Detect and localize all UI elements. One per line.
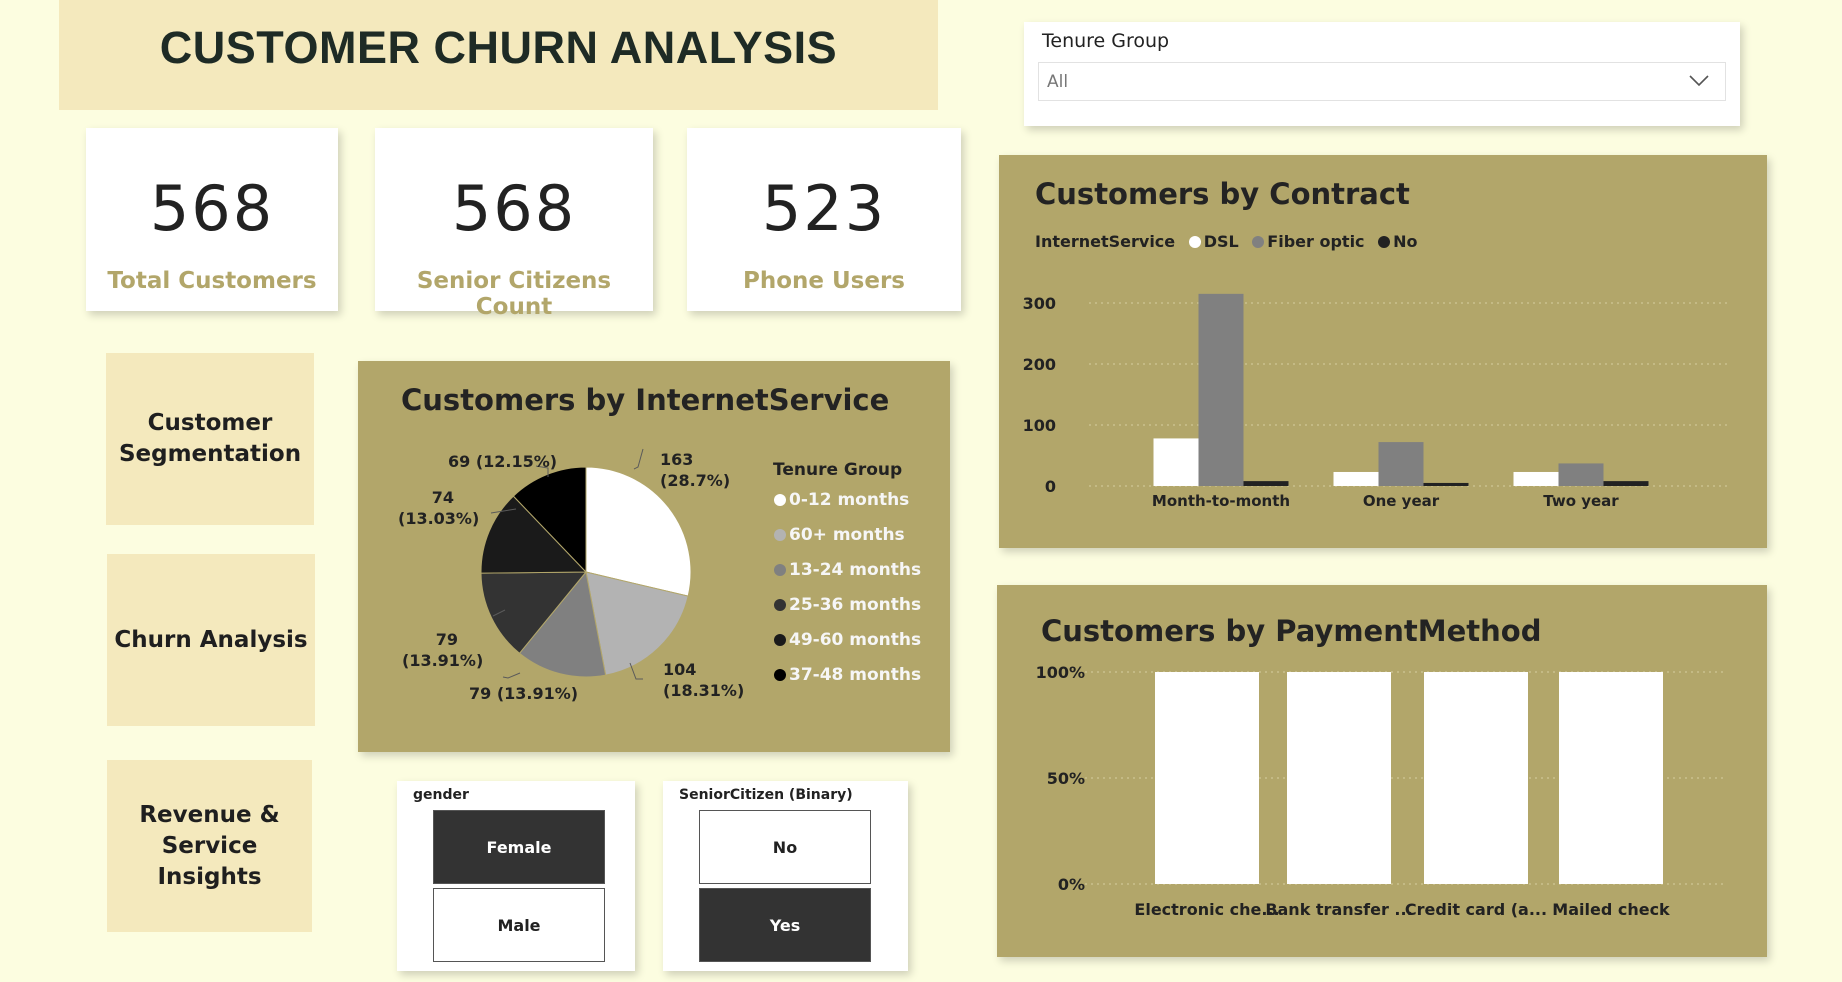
legend-item[interactable]: 25-36 months xyxy=(774,595,921,615)
legend-item[interactable]: 37-48 months xyxy=(774,665,921,685)
kpi-card-phone-users: 523 Phone Users xyxy=(687,128,961,311)
nav-button-revenue-service-insights[interactable]: Revenue & Service Insights xyxy=(107,760,312,932)
pie-label-37-48: 69 (12.15%) xyxy=(448,452,558,471)
nav-button-customer-segmentation[interactable]: Customer Segmentation xyxy=(106,353,314,525)
y-tick-label: 200 xyxy=(1023,355,1056,374)
gender-option-female[interactable]: Female xyxy=(433,810,605,884)
kpi-value: 523 xyxy=(761,172,887,245)
kpi-label: Senior Citizens Count xyxy=(416,268,612,320)
kpi-value: 568 xyxy=(451,172,577,245)
legend-item[interactable]: 0-12 months xyxy=(774,490,909,510)
y-tick-label: 50% xyxy=(1047,769,1085,788)
bar-bank-transfer-[interactable] xyxy=(1287,672,1391,884)
payment-method-panel: Customers by PaymentMethod 0% 50% 100% Elec… xyxy=(997,585,1767,957)
bar-no-two-year[interactable] xyxy=(1603,481,1649,486)
x-tick-label: Mailed check xyxy=(1552,900,1670,919)
pie-label-25-36: 79 (13.91%) xyxy=(402,630,484,670)
bar-credit-card-a-[interactable] xyxy=(1424,672,1528,884)
pie-label-13-24: 79 (13.91%) xyxy=(469,684,579,703)
bar-fiber-optic-month-to-month[interactable] xyxy=(1198,293,1244,486)
kpi-label: Phone Users xyxy=(742,268,905,294)
nav-label: Customer Segmentation xyxy=(118,410,302,467)
page-title: CUSTOMER CHURN ANALYSIS xyxy=(159,22,838,73)
y-tick-label: 300 xyxy=(1023,294,1056,313)
y-tick-label: 0% xyxy=(1058,875,1085,894)
tenure-group-dropdown[interactable]: All xyxy=(1038,62,1726,101)
senior-citizen-slicer: SeniorCitizen (Binary) No Yes xyxy=(663,781,908,971)
pie-chart xyxy=(480,448,692,680)
bar-dsl-one-year[interactable] xyxy=(1333,471,1379,486)
legend-item[interactable]: 13-24 months xyxy=(774,560,921,580)
title-banner: CUSTOMER CHURN ANALYSIS xyxy=(59,0,938,110)
y-tick-label: 100% xyxy=(1036,663,1085,682)
pie-label-60-plus: 104 (18.31%) xyxy=(663,660,745,700)
internet-service-panel: Customers by InternetService 69 (12.15%)… xyxy=(358,361,950,752)
gender-option-male[interactable]: Male xyxy=(433,888,605,962)
gender-slicer: gender Female Male xyxy=(397,781,635,971)
x-tick-label: Bank transfer ... xyxy=(1265,900,1412,919)
legend-item[interactable]: 49-60 months xyxy=(774,630,921,650)
bar-dsl-month-to-month[interactable] xyxy=(1153,438,1199,486)
x-tick-label: Electronic che... xyxy=(1134,900,1279,919)
nav-button-churn-analysis[interactable]: Churn Analysis xyxy=(107,554,315,726)
bar-no-month-to-month[interactable] xyxy=(1243,481,1289,486)
x-tick-label: Two year xyxy=(1543,492,1619,510)
nav-label: Churn Analysis xyxy=(114,626,308,653)
slicer-header: gender xyxy=(413,787,469,803)
slicer-header: SeniorCitizen (Binary) xyxy=(679,787,853,803)
bar-fiber-optic-one-year[interactable] xyxy=(1378,442,1424,486)
kpi-card-senior-citizens: 568 Senior Citizens Count xyxy=(375,128,653,320)
y-tick-label: 100 xyxy=(1023,416,1056,435)
bar-no-one-year[interactable] xyxy=(1423,482,1469,486)
kpi-card-total-customers: 568 Total Customers xyxy=(86,128,338,311)
x-tick-label: Month-to-month xyxy=(1152,492,1290,510)
senior-option-no[interactable]: No xyxy=(699,810,871,884)
legend-item[interactable]: 60+ months xyxy=(774,525,905,545)
tenure-group-slicer: Tenure Group All xyxy=(1024,22,1740,126)
pie-label-49-60: 74 (13.03%) xyxy=(398,488,480,528)
contract-bar-chart: 0 100 200 300 Month-to-month One year Two year xyxy=(1023,293,1727,510)
payment-bar-chart: 0% 50% 100% Electronic che...Bank transfer … xyxy=(1036,663,1727,919)
bar-fiber-optic-two-year[interactable] xyxy=(1558,463,1604,486)
kpi-label: Total Customers xyxy=(107,268,317,294)
contract-panel: Customers by Contract InternetService DS… xyxy=(999,155,1767,548)
y-tick-label: 0 xyxy=(1045,477,1056,496)
chevron-down-icon xyxy=(1689,75,1709,87)
bar-dsl-two-year[interactable] xyxy=(1513,471,1559,486)
nav-label: Revenue & Service Insights xyxy=(139,801,280,890)
bar-electronic-che-[interactable] xyxy=(1155,672,1259,884)
slicer-label: Tenure Group xyxy=(1042,30,1170,52)
dropdown-value: All xyxy=(1047,72,1069,92)
senior-option-yes[interactable]: Yes xyxy=(699,888,871,962)
kpi-value: 568 xyxy=(149,172,275,245)
bar-mailed-check[interactable] xyxy=(1559,672,1663,884)
x-tick-label: One year xyxy=(1363,492,1440,510)
legend-title: Tenure Group xyxy=(773,460,903,480)
pie-label-0-12: 163 (28.7%) xyxy=(660,450,731,490)
x-tick-label: Credit card (a... xyxy=(1405,900,1547,919)
